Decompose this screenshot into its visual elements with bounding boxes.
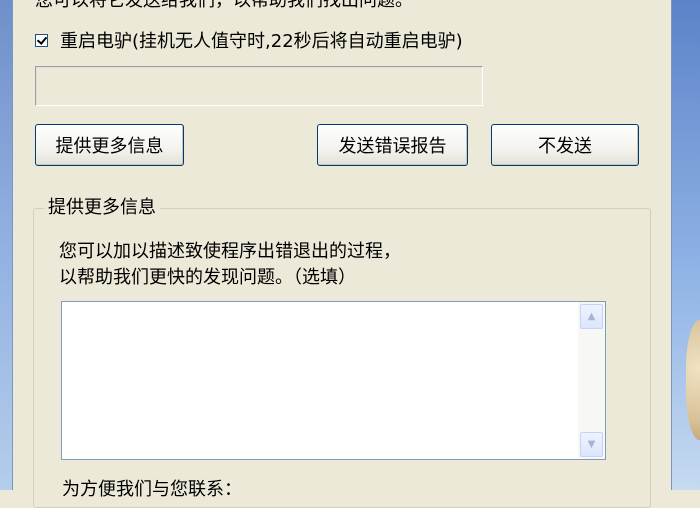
scroll-up-icon[interactable]: ▲ <box>580 304 603 329</box>
restart-option[interactable]: 重启电驴(挂机无人值守时,22秒后将自动重启电驴) <box>35 27 463 53</box>
more-info-group: 提供更多信息 您可以加以描述致使程序出错退出的过程， 以帮助我们更快的发现问题。… <box>33 197 651 508</box>
wallpaper-hill <box>686 320 700 440</box>
crash-report-dialog: 您可以将它发送给我们，以帮助我们找出问题。 重启电驴(挂机无人值守时,22秒后将… <box>13 0 671 508</box>
textarea-scrollbar[interactable]: ▲ ▼ <box>578 302 605 459</box>
restart-checkbox-label: 重启电驴(挂机无人值守时,22秒后将自动重启电驴) <box>60 31 463 52</box>
more-info-group-title: 提供更多信息 <box>44 197 160 219</box>
more-info-button[interactable]: 提供更多信息 <box>35 124 184 166</box>
dont-send-button[interactable]: 不发送 <box>491 124 639 166</box>
intro-text: 您可以将它发送给我们，以帮助我们找出问题。 <box>35 0 413 11</box>
more-info-description: 您可以加以描述致使程序出错退出的过程， 以帮助我们更快的发现问题。（选填） <box>59 239 401 291</box>
contact-label: 为方便我们与您联系： <box>62 479 242 500</box>
description-textarea[interactable]: ▲ ▼ <box>61 301 606 460</box>
send-report-button[interactable]: 发送错误报告 <box>317 124 468 166</box>
description-line-1: 您可以加以描述致使程序出错退出的过程， <box>59 241 401 262</box>
scroll-down-icon[interactable]: ▼ <box>580 432 603 457</box>
desktop-background-left <box>0 0 13 490</box>
desktop-background-right <box>671 0 700 490</box>
send-progress-bar <box>35 66 483 106</box>
restart-checkbox[interactable] <box>35 33 48 47</box>
description-line-2: 以帮助我们更快的发现问题。（选填） <box>59 267 356 288</box>
